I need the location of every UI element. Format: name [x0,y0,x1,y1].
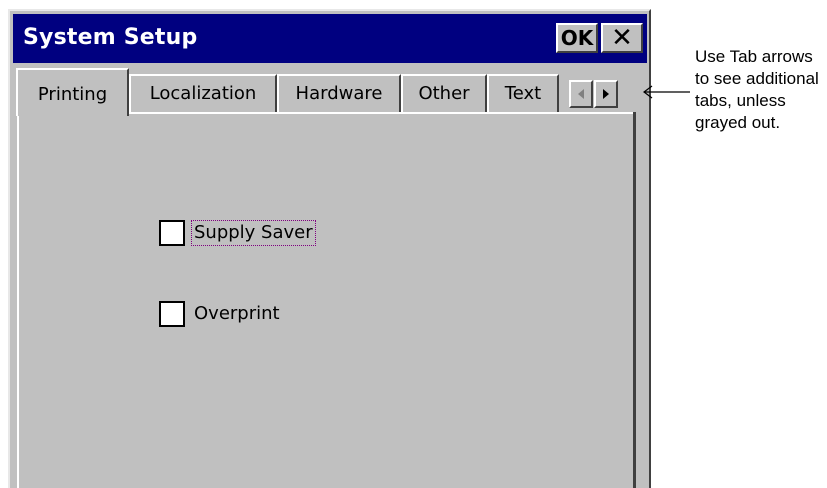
supply-saver-checkbox[interactable] [159,220,185,246]
tab-localization[interactable]: Localization [129,74,277,114]
close-icon: ✕ [611,23,633,53]
panel-top-edge [128,112,636,114]
ok-button[interactable]: OK [556,23,598,53]
window-title: System Setup [23,25,198,50]
supply-saver-label: Supply Saver [191,220,316,246]
tab-scroll-left-button[interactable] [569,80,593,108]
tab-scroll-right-button[interactable] [594,80,618,108]
panel-left-edge [17,114,19,488]
supply-saver-option[interactable]: Supply Saver [159,220,316,246]
callout-arrow-icon [643,85,690,99]
overprint-option[interactable]: Overprint [159,301,282,327]
panel-right-edge [633,112,636,488]
title-bar: System Setup OK ✕ [13,14,647,63]
overprint-checkbox[interactable] [159,301,185,327]
arrow-right-icon [603,89,609,99]
tab-hardware[interactable]: Hardware [277,74,401,114]
tab-printing[interactable]: Printing [16,68,129,116]
arrow-left-icon [578,89,584,99]
tab-other[interactable]: Other [401,74,487,114]
tab-text[interactable]: Text [487,74,559,114]
overprint-label: Overprint [194,303,280,324]
close-button[interactable]: ✕ [601,23,643,53]
tab-arrows-annotation: Use Tab arrows to see additional tabs, u… [695,47,819,132]
